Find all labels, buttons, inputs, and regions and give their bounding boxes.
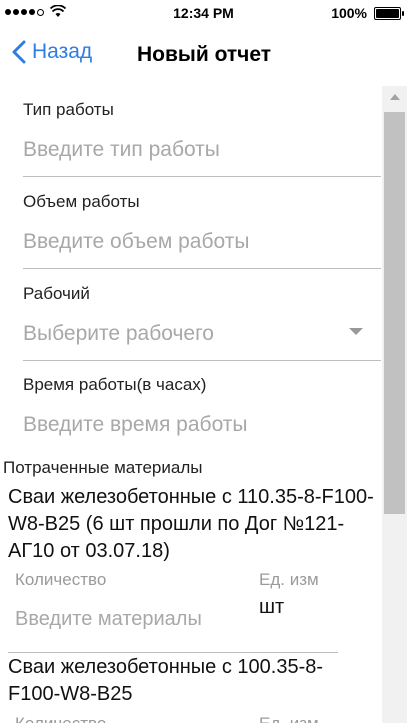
battery-icon — [374, 7, 404, 20]
unit-value: шт — [259, 596, 285, 618]
quantity-label: Количество — [15, 714, 106, 723]
divider — [8, 652, 338, 653]
material-name: Сваи железобетонные с 110.35-8-F100-W8-B… — [8, 486, 374, 562]
work-time-input[interactable]: Введите время работы — [23, 413, 248, 437]
material-name: Сваи железобетонные с 100.35-8-F100-W8-B… — [8, 656, 324, 705]
material-item: Сваи железобетонные с 100.35-8-F100-W8-B… — [8, 654, 374, 723]
unit-label: Ед. изм — [259, 714, 319, 723]
status-bar: 12:34 PM 100% — [0, 0, 407, 26]
quantity-label: Количество — [15, 570, 107, 589]
material-item: Сваи железобетонные с 110.35-8-F100-W8-B… — [8, 484, 374, 653]
navigation-bar: Назад Новый отчет — [0, 26, 407, 86]
work-time-label: Время работы(в часах) — [23, 375, 207, 394]
page-title: Новый отчет — [137, 43, 272, 66]
back-button[interactable]: Назад — [12, 40, 92, 64]
report-form: Тип работы Введите тип работы Объем рабо… — [0, 86, 382, 723]
worker-select[interactable]: Выберите рабочего — [23, 322, 214, 346]
chevron-left-icon — [12, 40, 26, 64]
worker-label: Рабочий — [23, 284, 90, 303]
scrollbar[interactable] — [382, 86, 407, 723]
battery-percent: 100% — [331, 5, 367, 21]
divider — [23, 176, 381, 177]
divider — [23, 268, 381, 269]
quantity-input[interactable]: Введите материалы — [15, 608, 202, 631]
divider — [23, 360, 381, 361]
back-button-label: Назад — [32, 40, 93, 63]
unit-label: Ед. изм — [259, 570, 319, 589]
work-type-input[interactable]: Введите тип работы — [23, 138, 220, 162]
work-type-label: Тип работы — [23, 100, 114, 119]
work-volume-label: Объем работы — [23, 192, 140, 211]
dropdown-arrow-icon[interactable] — [349, 328, 363, 335]
work-volume-input[interactable]: Введите объем работы — [23, 230, 249, 254]
materials-section-title: Потраченные материалы — [3, 458, 203, 477]
scrollbar-thumb[interactable] — [384, 112, 405, 514]
scroll-up-arrow-icon[interactable] — [390, 94, 400, 100]
